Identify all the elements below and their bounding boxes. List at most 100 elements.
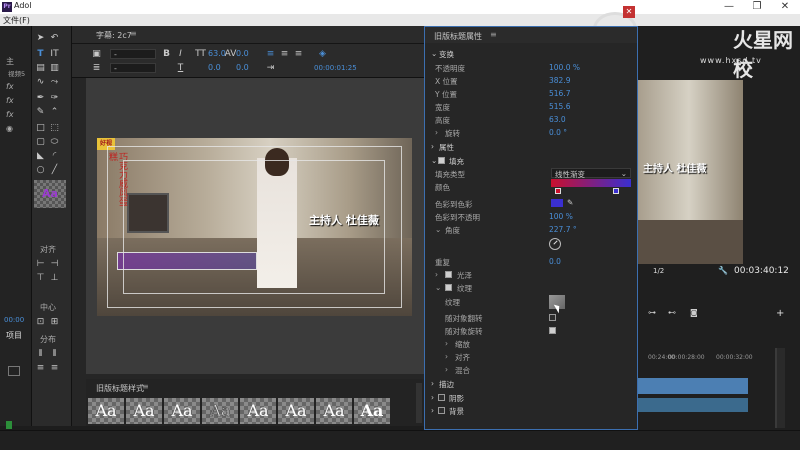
rounded-rect-tool-icon[interactable]: ▢: [34, 136, 47, 148]
gradient-stop-start[interactable]: [555, 188, 561, 194]
add-anchor-icon[interactable]: ✎: [34, 106, 47, 118]
ellipse-tool-icon[interactable]: ○: [34, 164, 47, 176]
fill-type-select[interactable]: 线性渐变 ⌄: [551, 168, 631, 179]
fx-icon-3[interactable]: fx: [6, 110, 14, 119]
clipped-rect-tool-icon[interactable]: ⬚: [48, 122, 61, 134]
opacity-value[interactable]: 100.0 %: [549, 63, 580, 72]
fx-icon[interactable]: fx: [6, 82, 14, 91]
rotate-with-object-row[interactable]: 随对象旋转: [425, 326, 637, 336]
gradient-ramp[interactable]: [551, 179, 631, 187]
align-top-icon[interactable]: ⊤: [34, 272, 47, 284]
type-tool-icon[interactable]: T: [34, 48, 47, 60]
style-swatch-2[interactable]: Aa: [126, 398, 162, 424]
delete-anchor-icon[interactable]: ✑: [48, 92, 61, 104]
y-position-row[interactable]: Y 位置 516.7: [425, 89, 637, 99]
y-position-value[interactable]: 516.7: [549, 89, 570, 98]
show-background-icon[interactable]: ◈: [316, 48, 329, 60]
area-type-tool-icon[interactable]: ▤: [34, 62, 47, 74]
repeat-value[interactable]: 0.0: [549, 257, 561, 266]
texture-checkbox[interactable]: [445, 284, 452, 291]
align-bottom-icon[interactable]: ⊥: [48, 272, 61, 284]
rotation-value[interactable]: 0.0 °: [549, 128, 567, 137]
lock-icon[interactable]: [6, 421, 12, 429]
opacity-row[interactable]: 不透明度 100.0 %: [425, 63, 637, 73]
styles-scrollbar[interactable]: [416, 383, 422, 423]
fill-type-row[interactable]: 填充类型 线性渐变 ⌄: [425, 168, 637, 179]
x-position-value[interactable]: 382.9: [549, 76, 570, 85]
roll-crawl-icon[interactable]: ≣: [90, 62, 103, 74]
gradient-stop-end[interactable]: [613, 188, 619, 194]
eyedropper-icon[interactable]: ✎: [567, 198, 573, 207]
distribute-1-icon[interactable]: ⫴: [34, 348, 47, 360]
minimize-button[interactable]: —: [715, 0, 743, 14]
line-tool-icon[interactable]: ╱: [48, 164, 61, 176]
style-swatch-8[interactable]: Aa: [354, 398, 390, 424]
align-center-text-icon[interactable]: ≡: [278, 48, 291, 60]
style-swatch-7[interactable]: Aa: [316, 398, 352, 424]
close-dialog-button[interactable]: ✕: [623, 6, 635, 18]
color-to-color-swatch[interactable]: [551, 199, 563, 207]
center-horizontal-icon[interactable]: ⊡: [34, 316, 47, 328]
wedge-tool-icon[interactable]: ◣: [34, 150, 47, 162]
height-value[interactable]: 63.0: [549, 115, 566, 124]
editor-menu-icon[interactable]: ≡: [130, 29, 137, 38]
insert-icon[interactable]: ⊶: [648, 308, 656, 317]
close-window-button[interactable]: ✕: [771, 0, 799, 14]
texture-row[interactable]: ⌄ 纹理: [425, 283, 637, 293]
align-left-text-icon[interactable]: ≡: [264, 48, 277, 60]
timeline-clip-audio[interactable]: [638, 398, 748, 412]
underline-icon[interactable]: T: [174, 62, 187, 74]
font-family-select[interactable]: -: [110, 49, 156, 59]
properties-menu-icon[interactable]: ≡: [490, 30, 497, 39]
color-to-opacity-row[interactable]: 色彩到不透明 100 %: [425, 212, 637, 222]
section-properties[interactable]: › 属性: [425, 142, 637, 152]
timeline-clip-video[interactable]: [638, 378, 748, 394]
fill-checkbox[interactable]: [438, 157, 445, 164]
program-video-preview[interactable]: 主持人 杜佳薇: [635, 80, 743, 264]
project-tab[interactable]: 项目: [6, 330, 22, 341]
texture-sub-row[interactable]: 纹理: [425, 295, 637, 309]
width-value[interactable]: 515.6: [549, 102, 570, 111]
eye-icon[interactable]: ◉: [6, 124, 13, 133]
section-fill[interactable]: ⌄ 填充: [425, 156, 637, 166]
flip-with-object-checkbox[interactable]: [549, 314, 556, 321]
flip-with-object-row[interactable]: 随对象翻转: [425, 313, 637, 323]
path-type-tool-icon[interactable]: ∿: [34, 76, 47, 88]
align-right-icon[interactable]: ⊣: [48, 258, 61, 270]
tracking-value[interactable]: 0.0: [236, 49, 249, 58]
editor-timecode[interactable]: 00:00:01:25: [314, 64, 357, 72]
width-row[interactable]: 宽度 515.6: [425, 102, 637, 112]
leading-value[interactable]: 0.0: [236, 63, 249, 72]
rotate-with-object-checkbox[interactable]: [549, 327, 556, 334]
distribute-2-icon[interactable]: ⫴: [48, 348, 61, 360]
shadow-checkbox[interactable]: [438, 394, 445, 401]
sheen-row[interactable]: › 光泽: [425, 270, 637, 280]
new-title-icon[interactable]: ▣: [90, 48, 103, 60]
selection-tool-icon[interactable]: ➤: [34, 32, 47, 44]
blend-row[interactable]: › 混合: [425, 365, 637, 375]
camera-icon[interactable]: ◙: [690, 308, 698, 317]
scale-row[interactable]: › 缩放: [425, 339, 637, 349]
track-controls[interactable]: [748, 376, 756, 426]
overwrite-icon[interactable]: ⊷: [668, 308, 676, 317]
section-background[interactable]: › 背景: [425, 406, 637, 416]
center-vertical-icon[interactable]: ⊞: [48, 316, 61, 328]
pen-tool-icon[interactable]: ✒: [34, 92, 47, 104]
distribute-4-icon[interactable]: ≡: [48, 362, 61, 374]
align-left-icon[interactable]: ⊢: [34, 258, 47, 270]
arc-tool-icon[interactable]: ◜: [48, 150, 61, 162]
section-transform[interactable]: ⌄ 变换: [425, 49, 637, 59]
section-shadow[interactable]: › 阴影: [425, 393, 637, 403]
rotation-row[interactable]: › 旋转 0.0 °: [425, 128, 637, 138]
tab-stops-icon[interactable]: ⇥: [264, 62, 277, 74]
styles-menu-icon[interactable]: ≡: [142, 382, 149, 391]
vertical-type-tool-icon[interactable]: IT: [48, 48, 61, 60]
section-stroke[interactable]: › 描边: [425, 379, 637, 389]
zoom-fraction[interactable]: 1/2: [653, 267, 664, 275]
style-swatch-6[interactable]: Aa: [278, 398, 314, 424]
font-style-select[interactable]: -: [110, 63, 156, 73]
rectangle-tool-icon[interactable]: □: [34, 122, 47, 134]
sheen-checkbox[interactable]: [445, 271, 452, 278]
distribute-3-icon[interactable]: ≡: [34, 362, 47, 374]
italic-icon[interactable]: I: [174, 48, 187, 60]
